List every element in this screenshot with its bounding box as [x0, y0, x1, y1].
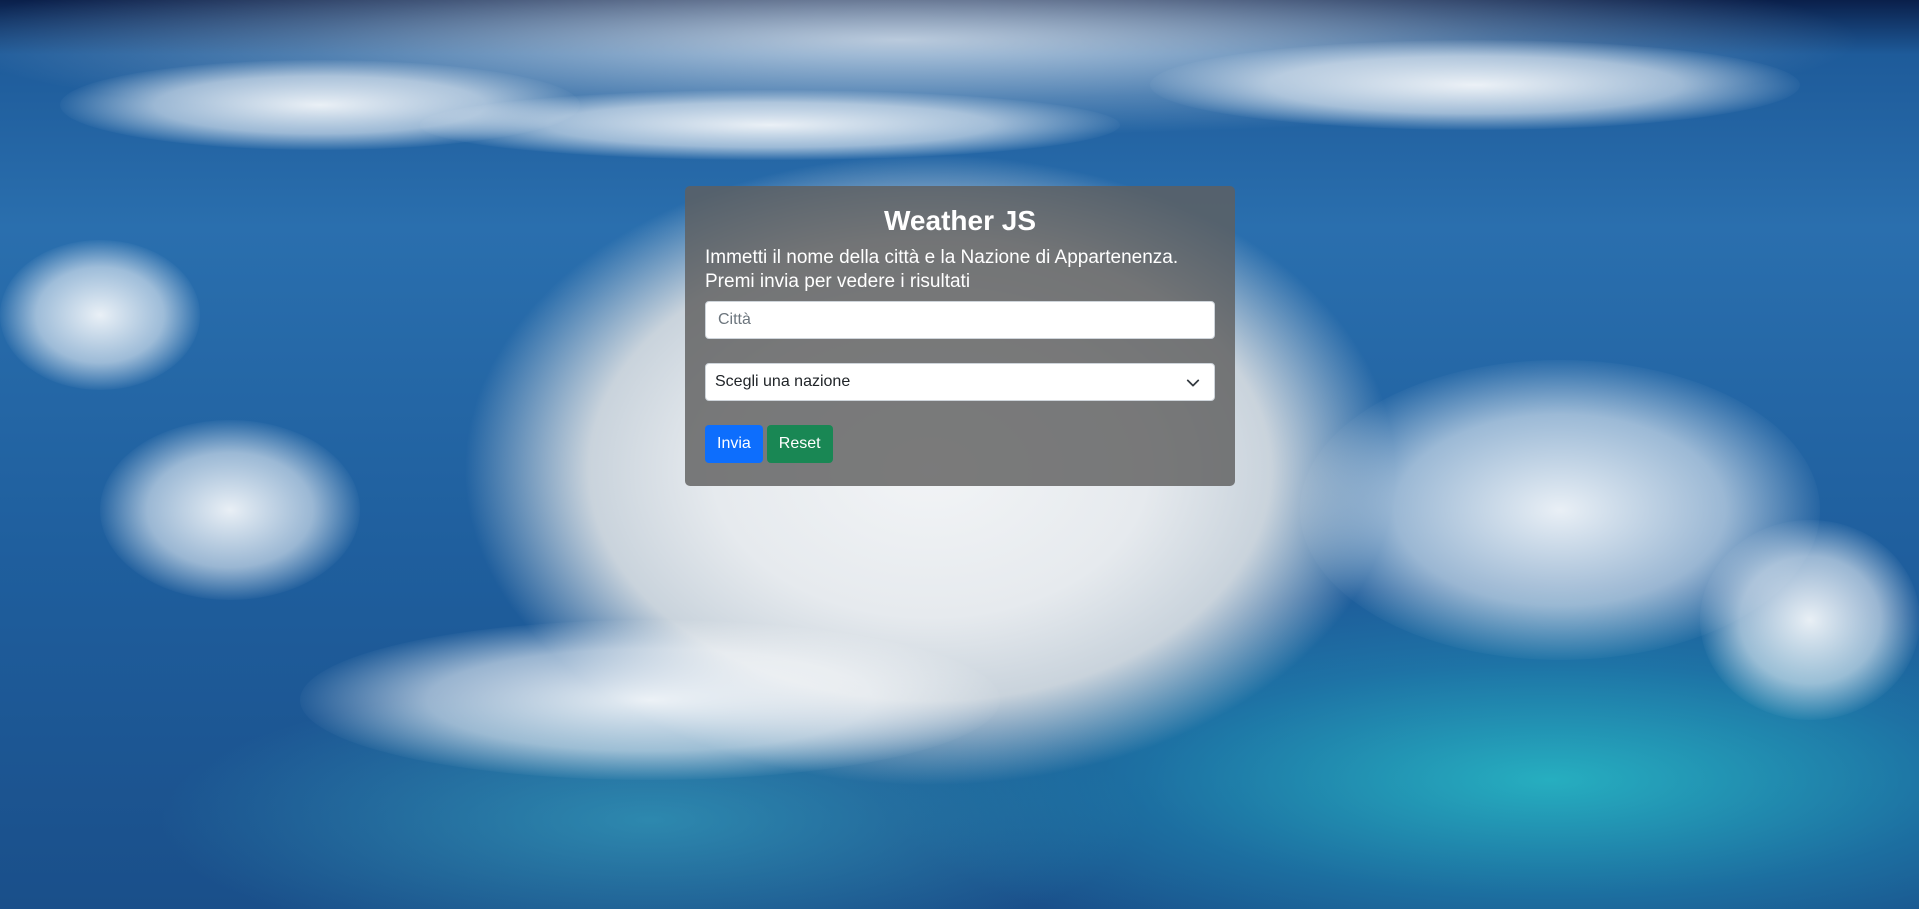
cloud-decoration: [420, 90, 1120, 160]
cloud-decoration: [1700, 520, 1919, 720]
form-buttons: Invia Reset: [705, 425, 1215, 463]
reset-button[interactable]: Reset: [766, 425, 833, 463]
chevron-down-icon: [1186, 379, 1200, 387]
cloud-decoration: [300, 620, 1000, 780]
city-input[interactable]: [705, 301, 1215, 339]
country-select-value: Scegli una nazione: [715, 373, 851, 390]
country-select[interactable]: Scegli una nazione: [705, 363, 1215, 401]
cloud-decoration: [1150, 40, 1800, 130]
page-title: Weather JS: [884, 205, 1036, 236]
weather-form-card: Weather JS Immetti il nome della città e…: [685, 186, 1235, 486]
submit-button[interactable]: Invia: [705, 425, 763, 463]
cloud-decoration: [0, 240, 200, 390]
cloud-decoration: [100, 420, 360, 600]
instructions-text: Immetti il nome della città e la Nazione…: [705, 247, 1179, 292]
